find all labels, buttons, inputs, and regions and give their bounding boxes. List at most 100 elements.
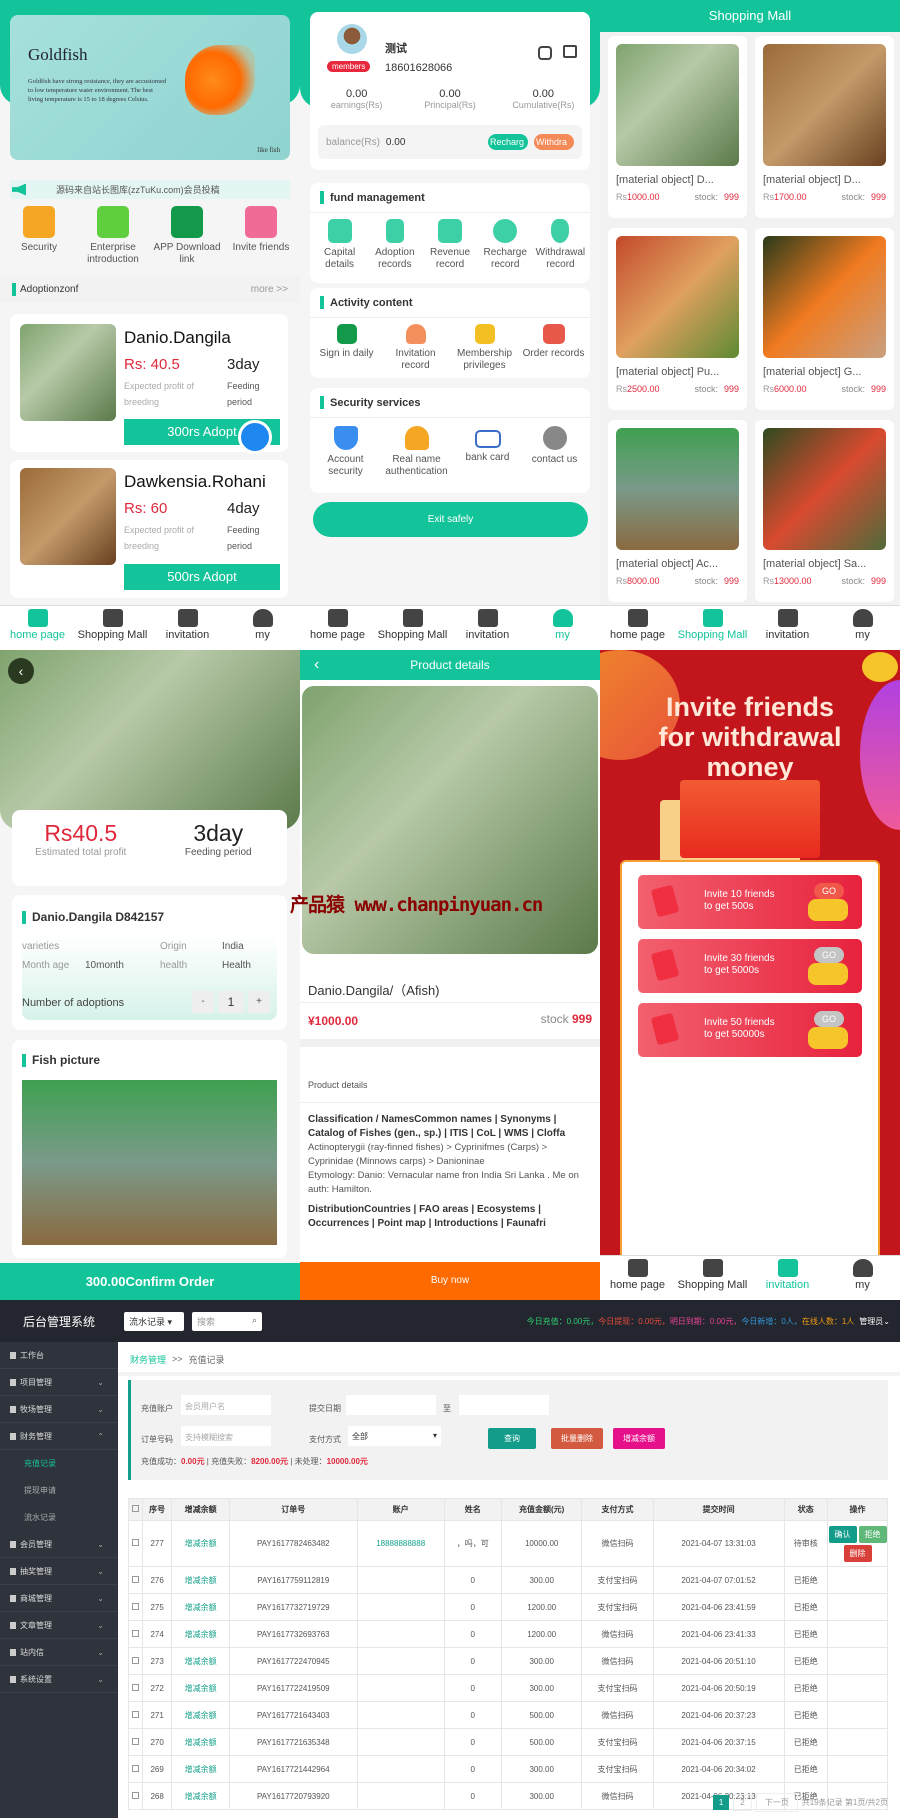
row-checkbox[interactable] <box>131 1539 139 1546</box>
real-name-authentication[interactable]: Real name authentication <box>381 426 453 478</box>
invitation-record[interactable]: Invitation record <box>384 324 448 372</box>
cell[interactable]: 增减余额 <box>171 1647 230 1675</box>
sidebar-item[interactable]: 项目管理 ⌄ <box>0 1369 118 1396</box>
query-button[interactable]: 查询 <box>488 1428 536 1449</box>
sidebar-item[interactable]: 工作台 <box>0 1342 118 1369</box>
cell[interactable]: 增减余额 <box>171 1593 230 1621</box>
row-checkbox[interactable] <box>131 1764 139 1772</box>
sidebar-item[interactable]: 牧场管理 ⌄ <box>0 1396 118 1423</box>
sidebar-item[interactable]: 站内信 ⌄ <box>0 1639 118 1666</box>
sidebar-subitem[interactable]: 充值记录 <box>0 1450 118 1477</box>
cell[interactable]: 增减余额 <box>171 1674 230 1702</box>
confirm-order-button[interactable]: 300.00Confirm Order <box>0 1263 300 1300</box>
page-2[interactable]: 2 <box>733 1794 752 1811</box>
delete-button[interactable]: 删除 <box>843 1544 872 1562</box>
nav-mall[interactable]: Shopping Mall <box>375 606 450 650</box>
revenue-record[interactable]: Revenue record <box>422 219 477 271</box>
contact-us[interactable]: contact us <box>523 426 587 478</box>
column-header[interactable] <box>128 1498 143 1521</box>
cell[interactable] <box>356 1755 445 1783</box>
cell[interactable] <box>356 1728 445 1756</box>
quantity-input[interactable]: 1 <box>218 991 244 1013</box>
cell[interactable]: 增减余额 <box>171 1520 230 1567</box>
go-button[interactable]: GO <box>814 883 844 899</box>
row-checkbox[interactable] <box>131 1710 139 1718</box>
customer-service-icon[interactable] <box>238 420 272 454</box>
mall-product-card[interactable]: [material object] G... Rs6000.00 stock: 999 <box>755 228 894 410</box>
adjust-balance-button[interactable]: 增减余额 <box>613 1428 665 1449</box>
cell[interactable] <box>356 1593 445 1621</box>
row-checkbox[interactable] <box>131 1791 139 1799</box>
row-checkbox[interactable] <box>131 1683 139 1691</box>
nav-mall[interactable]: Shopping Mall <box>675 606 750 650</box>
mall-product-card[interactable]: [material object] D... Rs1700.00 stock: 999 <box>755 36 894 218</box>
cell[interactable]: 增减余额 <box>171 1755 230 1783</box>
sidebar-item[interactable]: 系统设置 ⌄ <box>0 1666 118 1693</box>
sidebar-item[interactable]: 文章管理 ⌄ <box>0 1612 118 1639</box>
go-button[interactable]: GO <box>814 1011 844 1027</box>
nav-my[interactable]: my <box>825 606 900 650</box>
bank-card[interactable]: bank card <box>456 426 520 478</box>
cell[interactable] <box>356 1566 445 1594</box>
mall-product-card[interactable]: [material object] Ac... Rs8000.00 stock: 99… <box>608 420 747 602</box>
nav-home[interactable]: home page <box>300 606 375 650</box>
shortcut-invite[interactable]: Invite friends <box>226 206 296 266</box>
buy-now-button[interactable]: Buy now <box>300 1262 600 1300</box>
settings-icon[interactable] <box>538 46 552 60</box>
sidebar-subitem[interactable]: 流水记录 <box>0 1504 118 1531</box>
nav-my[interactable]: my <box>525 606 600 650</box>
batch-delete-button[interactable]: 批量删除 <box>551 1428 603 1449</box>
cell[interactable]: 增减余额 <box>171 1728 230 1756</box>
nav-home[interactable]: home page <box>0 606 75 650</box>
back-button[interactable]: ‹ <box>8 658 34 684</box>
row-checkbox[interactable] <box>131 1656 139 1664</box>
cell[interactable] <box>356 1647 445 1675</box>
sidebar-item[interactable]: 商城管理 ⌄ <box>0 1585 118 1612</box>
increase-button[interactable]: + <box>248 991 270 1013</box>
cell[interactable]: 增减余额 <box>171 1566 230 1594</box>
nav-invitation[interactable]: invitation <box>750 606 825 650</box>
capital-details[interactable]: Capital details <box>312 219 367 271</box>
nav-invitation[interactable]: invitation <box>150 606 225 650</box>
invite-reward-row[interactable]: Invite 10 friends to get 500s GO <box>638 875 862 929</box>
cell[interactable]: 18888888888 <box>356 1520 445 1567</box>
adoption-records[interactable]: Adoption records <box>367 219 422 271</box>
notice-bar[interactable]: 源码来自站长图库(zzTuKu.com)会员投稿 <box>10 180 290 199</box>
reject-button[interactable]: 拒绝 <box>858 1525 887 1543</box>
invite-reward-row[interactable]: Invite 30 friends to get 5000s GO <box>638 939 862 993</box>
mall-product-card[interactable]: [material object] D... Rs1000.00 stock: 999 <box>608 36 747 218</box>
next-page[interactable]: 下一页 <box>755 1793 798 1812</box>
sidebar-item[interactable]: 抽奖管理 ⌄ <box>0 1558 118 1585</box>
adopt-button[interactable]: 500rs Adopt <box>124 564 280 590</box>
withdraw-button[interactable]: Withdra <box>534 134 574 150</box>
message-icon[interactable] <box>563 45 577 58</box>
exit-button[interactable]: Exit safely <box>313 502 588 537</box>
recharge-button[interactable]: Recharg <box>488 134 528 150</box>
admin-user-menu[interactable]: 管理员⌄ <box>859 1316 890 1327</box>
row-checkbox[interactable] <box>131 1575 139 1583</box>
decrease-button[interactable]: - <box>192 991 214 1013</box>
cell[interactable]: 增减余额 <box>171 1701 230 1729</box>
withdrawal-record[interactable]: Withdrawal record <box>533 219 588 271</box>
cell[interactable] <box>356 1701 445 1729</box>
invite-reward-row[interactable]: Invite 50 friends to get 50000s GO <box>638 1003 862 1057</box>
cell[interactable] <box>356 1782 445 1810</box>
sidebar-item[interactable]: 财务管理 ⌃ <box>0 1423 118 1450</box>
mall-product-card[interactable]: [material object] Sa... Rs13000.00 stock: 9… <box>755 420 894 602</box>
nav-mall[interactable]: Shopping Mall <box>675 1256 750 1300</box>
shortcut-app-download[interactable]: APP Download link <box>152 206 222 266</box>
row-checkbox[interactable] <box>131 1629 139 1637</box>
nav-home[interactable]: home page <box>600 1256 675 1300</box>
avatar[interactable] <box>337 24 367 54</box>
row-checkbox[interactable] <box>131 1737 139 1745</box>
nav-invitation[interactable]: invitation <box>450 606 525 650</box>
sidebar-subitem[interactable]: 提现申请 <box>0 1477 118 1504</box>
account-security[interactable]: Account security <box>314 426 378 478</box>
page-1[interactable]: 1 <box>712 1795 730 1810</box>
nav-my[interactable]: my <box>825 1256 900 1300</box>
nav-home[interactable]: home page <box>600 606 675 650</box>
search-icon[interactable]: ⌕ <box>252 1315 257 1328</box>
select-all-checkbox[interactable] <box>131 1505 139 1512</box>
mall-product-card[interactable]: [material object] Pu... Rs2500.00 stock: 99… <box>608 228 747 410</box>
more-link[interactable]: more >> <box>251 284 288 295</box>
